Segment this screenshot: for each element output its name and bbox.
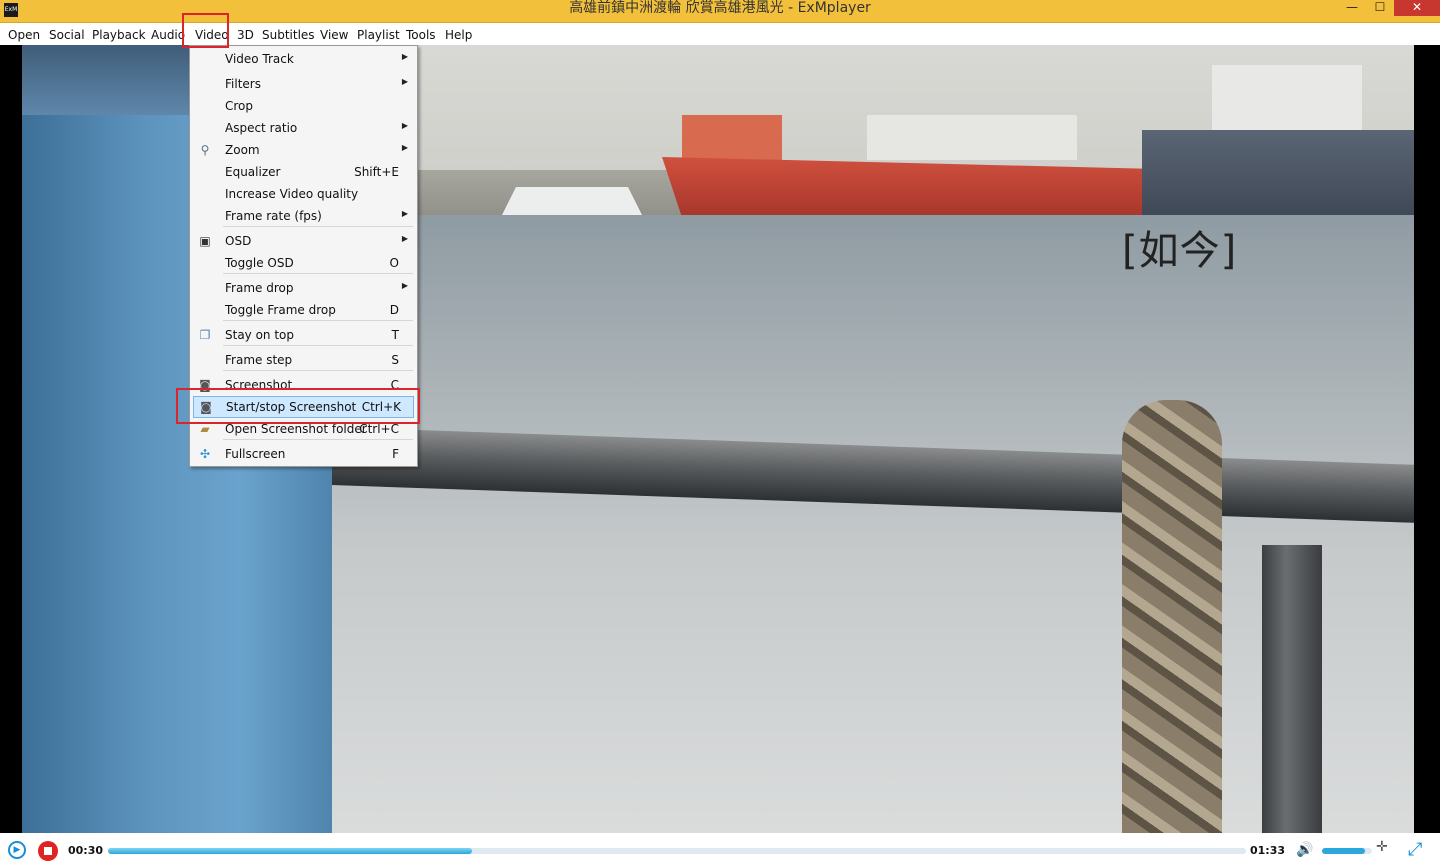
maximize-button[interactable]: ☐ [1366, 0, 1394, 16]
menu-item-equalizer[interactable]: Equalizer Shift+E [190, 161, 417, 183]
menu-item-label: Video Track [225, 52, 294, 66]
play-button[interactable]: ▶ [8, 841, 26, 859]
menu-playback[interactable]: Playback [92, 27, 146, 43]
menu-item-label: Aspect ratio [225, 121, 298, 135]
menu-item-frame-drop[interactable]: Frame drop ▶ [190, 277, 417, 299]
volume-slider[interactable] [1322, 848, 1372, 854]
menu-social[interactable]: Social [49, 27, 85, 43]
video-dark-ship [1142, 130, 1414, 220]
menu-item-increase-video-quality[interactable]: Increase Video quality [190, 183, 417, 205]
subtitle-text: [如今] [1122, 228, 1238, 274]
menu-audio[interactable]: Audio [151, 27, 185, 43]
zoom-plus-icon[interactable]: ✛ [1376, 839, 1388, 855]
video-white-boat [502, 187, 642, 215]
menu-item-label: Frame rate (fps) [225, 209, 322, 223]
menu-item-shortcut: S [391, 353, 399, 367]
fullscreen-icon[interactable]: ⤢ [1408, 839, 1422, 860]
stop-button[interactable] [38, 841, 58, 861]
total-time: 01:33 [1250, 844, 1286, 857]
control-bar: ▶ 00:30 01:33 🔊 ✛ ⤢ [0, 833, 1440, 861]
menu-item-osd[interactable]: ▣ OSD ▶ [190, 230, 417, 252]
menu-item-label: OSD [225, 234, 252, 248]
magnifier-icon: ⚲ [200, 143, 210, 157]
menu-item-crop[interactable]: Crop [190, 95, 417, 117]
menu-item-toggle-osd[interactable]: Toggle OSD O [190, 252, 417, 274]
current-time: 00:30 [68, 844, 104, 857]
menu-item-shortcut: O [389, 256, 399, 270]
menu-item-label: Open Screenshot folder [225, 422, 367, 436]
submenu-arrow-icon: ▶ [401, 52, 408, 61]
video-menu-highlight-box [182, 13, 229, 48]
video-rope [1122, 400, 1222, 833]
menu-item-label: Fullscreen [225, 447, 286, 461]
menu-item-stay-on-top[interactable]: ❐ Stay on top T [190, 324, 417, 346]
window-stack-icon: ❐ [199, 328, 211, 342]
video-red-ship-cargo [867, 115, 1077, 160]
fullscreen-icon: ✣ [199, 447, 211, 461]
video-red-ship-bridge [682, 115, 782, 160]
menu-item-label: Toggle Frame drop [225, 303, 336, 317]
menu-item-aspect-ratio[interactable]: Aspect ratio ▶ [190, 117, 417, 139]
video-dark-ship-superstructure [1212, 65, 1362, 133]
menu-item-label: Equalizer [225, 165, 281, 179]
seek-bar-fill [108, 848, 473, 854]
volume-icon[interactable]: 🔊 [1296, 842, 1313, 858]
menu-subtitles[interactable]: Subtitles [262, 27, 315, 43]
menu-item-frame-rate-fps[interactable]: Frame rate (fps) ▶ [190, 205, 417, 227]
menu-item-zoom[interactable]: ⚲ Zoom ▶ [190, 139, 417, 161]
submenu-arrow-icon: ▶ [401, 209, 408, 218]
menu-item-shortcut: Ctrl+C [359, 422, 399, 436]
menu-item-label: Filters [225, 77, 261, 91]
menu-item-toggle-frame-drop[interactable]: Toggle Frame drop D [190, 299, 417, 321]
menu-item-label: Stay on top [225, 328, 295, 342]
submenu-arrow-icon: ▶ [401, 281, 408, 290]
menu-playlist[interactable]: Playlist [357, 27, 400, 43]
menu-item-label: Frame drop [225, 281, 294, 295]
minimize-button[interactable]: — [1338, 0, 1366, 16]
menu-3d[interactable]: 3D [237, 27, 254, 43]
menu-open[interactable]: Open [8, 27, 40, 43]
volume-slider-fill [1322, 848, 1365, 854]
menu-item-filters[interactable]: Filters ▶ [190, 73, 417, 95]
menu-item-label: Frame step [225, 353, 293, 367]
menu-item-label: Crop [225, 99, 254, 113]
submenu-arrow-icon: ▶ [401, 234, 408, 243]
seek-bar[interactable] [108, 848, 1246, 854]
menu-item-video-track[interactable]: Video Track ▶ [190, 48, 417, 70]
monitor-icon: ▣ [199, 234, 211, 248]
video-railing-post [1262, 545, 1322, 833]
close-button[interactable]: ✕ [1394, 0, 1440, 16]
video-blue-hull-top [22, 45, 192, 115]
menu-help[interactable]: Help [445, 27, 472, 43]
menu-item-shortcut: F [392, 447, 399, 461]
start-stop-screenshot-highlight-box [176, 388, 420, 424]
menu-item-label: Toggle OSD [225, 256, 294, 270]
menu-item-label: Increase Video quality [225, 187, 359, 201]
menu-item-shortcut: T [391, 328, 399, 342]
menu-item-shortcut: D [389, 303, 399, 317]
menu-item-shortcut: Shift+E [354, 165, 399, 179]
menu-tools[interactable]: Tools [406, 27, 436, 43]
menu-item-frame-step[interactable]: Frame step S [190, 349, 417, 371]
menu-item-label: Zoom [225, 143, 260, 157]
submenu-arrow-icon: ▶ [401, 143, 408, 152]
menu-view[interactable]: View [320, 27, 348, 43]
submenu-arrow-icon: ▶ [401, 121, 408, 130]
submenu-arrow-icon: ▶ [401, 77, 408, 86]
menu-item-fullscreen[interactable]: ✣ Fullscreen F [190, 443, 417, 465]
